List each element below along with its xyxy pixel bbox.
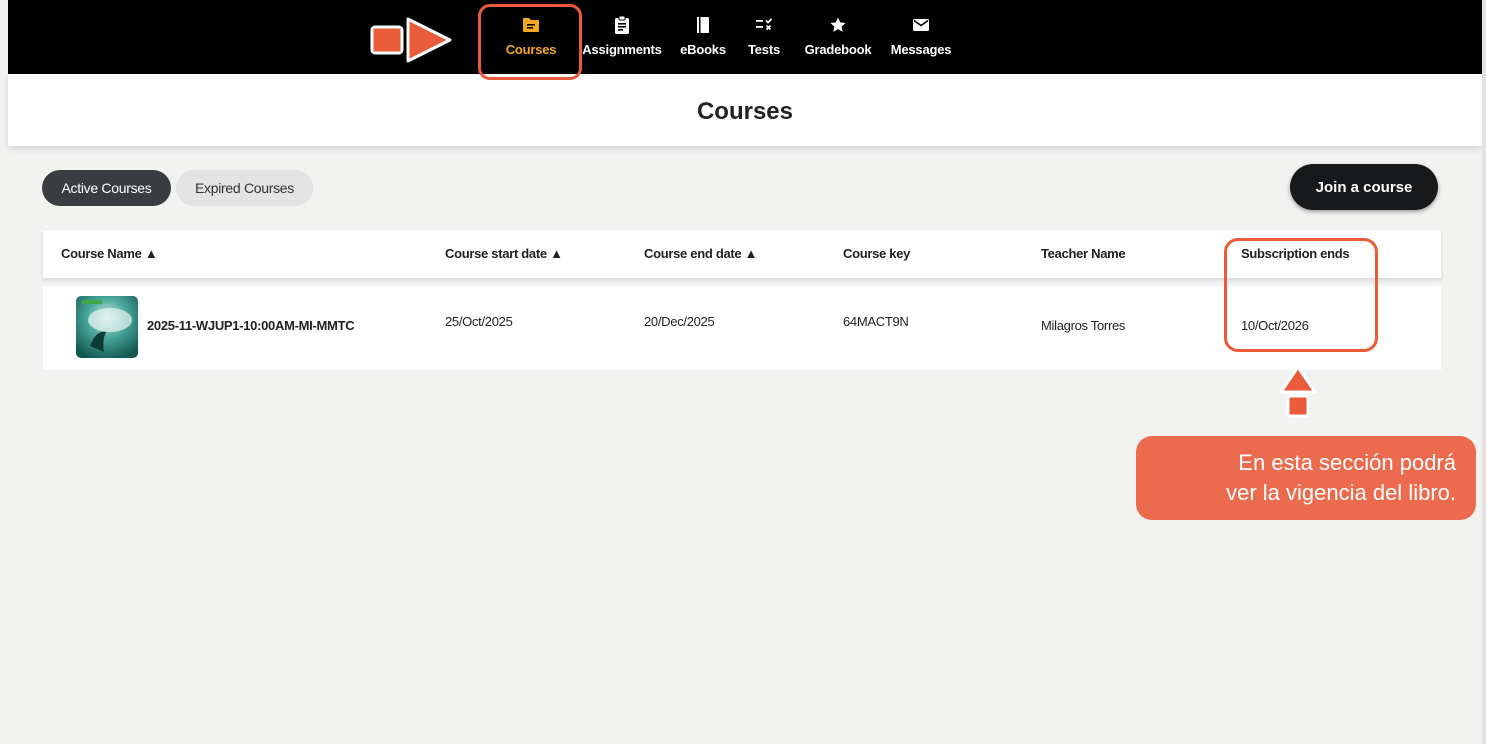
subscription-highlight-box bbox=[1224, 238, 1378, 352]
nav-item-ebooks[interactable]: eBooks bbox=[672, 14, 734, 57]
callout-line-1: En esta sección podrá bbox=[1238, 450, 1456, 475]
course-name[interactable]: 2025-11-WJUP1-10:00AM-MI-MMTC bbox=[147, 318, 355, 333]
nav-item-gradebook[interactable]: Gradebook bbox=[794, 14, 882, 57]
window-edge bbox=[1482, 0, 1486, 744]
join-course-button[interactable]: Join a course bbox=[1290, 164, 1438, 210]
courses-highlight-box bbox=[478, 4, 582, 80]
column-end-date[interactable]: Course end date ▲ bbox=[644, 246, 758, 261]
column-course-key: Course key bbox=[843, 246, 911, 261]
nav-item-messages[interactable]: Messages bbox=[882, 14, 960, 57]
course-start-date: 25/Oct/2025 bbox=[445, 314, 513, 329]
column-course-name[interactable]: Course Name ▲ bbox=[61, 246, 158, 261]
page-title: Courses bbox=[696, 98, 794, 125]
active-courses-tab[interactable]: Active Courses bbox=[42, 170, 171, 206]
nav-item-tests[interactable]: Tests bbox=[734, 14, 794, 57]
nav-label: Assignments bbox=[582, 42, 662, 57]
teacher-name: Milagros Torres bbox=[1041, 318, 1126, 333]
course-cover-thumbnail[interactable] bbox=[76, 296, 138, 358]
column-start-date[interactable]: Course start date ▲ bbox=[445, 246, 563, 261]
course-end-date: 20/Dec/2025 bbox=[644, 314, 715, 329]
nav-label: Tests bbox=[748, 42, 780, 57]
course-key: 64MACT9N bbox=[843, 314, 909, 329]
expired-courses-tab[interactable]: Expired Courses bbox=[176, 170, 313, 206]
star-icon bbox=[826, 14, 850, 36]
book-icon bbox=[691, 14, 715, 36]
info-callout: En esta sección podrá ver la vigencia de… bbox=[1136, 436, 1476, 520]
pointer-arrow-icon bbox=[370, 17, 452, 63]
nav-item-assignments[interactable]: Assignments bbox=[572, 14, 672, 57]
column-teacher-name: Teacher Name bbox=[1041, 246, 1126, 261]
page: Courses Assignments eBooks Tests Gradebo… bbox=[8, 0, 1482, 744]
top-nav: Courses Assignments eBooks Tests Gradebo… bbox=[8, 0, 1482, 74]
up-arrow-icon bbox=[1279, 365, 1317, 418]
callout-line-2: ver la vigencia del libro. bbox=[1226, 480, 1456, 505]
clipboard-icon bbox=[610, 14, 634, 36]
nav-label: Gradebook bbox=[804, 42, 872, 57]
nav-label: eBooks bbox=[680, 42, 726, 57]
page-header: Courses bbox=[8, 74, 1482, 146]
nav-label: Messages bbox=[890, 42, 952, 57]
checklist-icon bbox=[752, 14, 776, 36]
envelope-icon bbox=[909, 14, 933, 36]
